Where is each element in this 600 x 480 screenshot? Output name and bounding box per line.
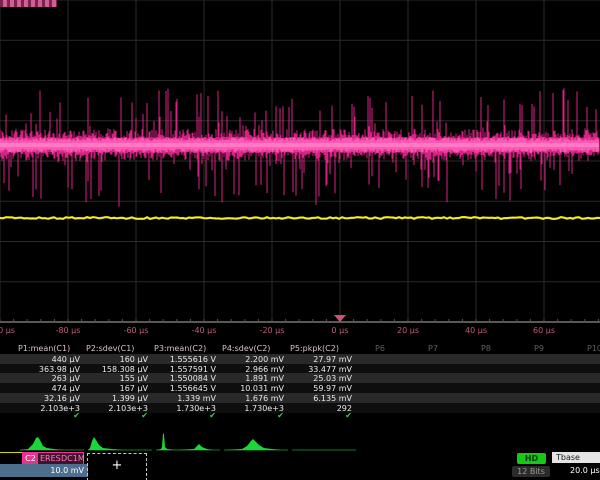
- x-axis-label: -40 µs: [192, 326, 217, 335]
- status-check-icon-p5: ✔: [290, 411, 352, 420]
- waveform-grid: -100 µs -80 µs -60 µs -40 µs -20 µs 0 µs 20 µs…: [0, 0, 600, 340]
- meas-value-p3: 1.555616 V: [154, 355, 216, 364]
- meas-sdev-p4: 1.676 mV: [222, 394, 284, 403]
- meas-value-p1: 440 µV: [18, 355, 80, 364]
- x-axis-label: 0 µs: [332, 326, 349, 335]
- hd-mode-badge: HD: [517, 453, 546, 464]
- histicon-P1: [20, 437, 84, 450]
- histicon-P2: [88, 437, 152, 450]
- c2-scale-value: 10.0 mV: [22, 464, 88, 477]
- meas-max-p4: 10.031 mV: [222, 384, 284, 393]
- meas-min-p5: 25.03 mV: [290, 374, 352, 383]
- measurement-table: P1:mean(C1) P2:sdev(C1) P3:mean(C2) P4:sdev…: [0, 344, 600, 424]
- x-axis-label: 40 µs: [465, 326, 487, 335]
- x-axis-label: -100 µs: [0, 326, 15, 335]
- meas-row-min: 263 µV 155 µV 1.550084 V 1.891 mV 25.03 mV: [0, 373, 600, 383]
- truncated-header-label: [0, 0, 57, 7]
- meas-min-p3: 1.550084 V: [154, 374, 216, 383]
- plus-icon: +: [112, 458, 123, 473]
- histicon-P4: [224, 439, 288, 450]
- meas-min-p1: 263 µV: [18, 374, 80, 383]
- status-check-icon-p1: ✔: [18, 411, 80, 420]
- c2-coupling-badge: DC1M: [61, 454, 85, 463]
- meas-header-4[interactable]: P4:sdev(C2): [222, 344, 270, 353]
- meas-value-p4: 2.200 mV: [222, 355, 284, 364]
- histicon-P3: [156, 433, 220, 450]
- status-check-icon-p3: ✔: [154, 411, 216, 420]
- oscilloscope-screen: -100 µs -80 µs -60 µs -40 µs -20 µs 0 µs 20 µs…: [0, 0, 600, 480]
- meas-mean-p4: 2.966 mV: [222, 365, 284, 374]
- meas-mean-p2: 158.308 µV: [86, 365, 148, 374]
- meas-value-p5: 27.97 mV: [290, 355, 352, 364]
- meas-sdev-p2: 1.399 µV: [86, 394, 148, 403]
- meas-max-p5: 59.97 mV: [290, 384, 352, 393]
- meas-value-p2: 160 µV: [86, 355, 148, 364]
- meas-status-row: ✔ ✔ ✔ ✔ ✔: [0, 412, 600, 422]
- meas-row-max: 474 µV 167 µV 1.556645 V 10.031 mV 59.97 mV: [0, 383, 600, 393]
- hd-bits-label: 12 Bits: [512, 466, 550, 477]
- meas-row-sdev: 32.16 µV 1.399 µV 1.339 mV 1.676 mV 6.135 mV: [0, 393, 600, 403]
- meas-header-2[interactable]: P2:sdev(C1): [86, 344, 134, 353]
- meas-sdev-p1: 32.16 µV: [18, 394, 80, 403]
- parameter-histicons: [0, 424, 600, 456]
- x-axis-label: -80 µs: [56, 326, 81, 335]
- meas-max-p3: 1.556645 V: [154, 384, 216, 393]
- meas-max-p1: 474 µV: [18, 384, 80, 393]
- meas-min-p2: 155 µV: [86, 374, 148, 383]
- trigger-time-marker[interactable]: [334, 315, 346, 322]
- meas-mean-p1: 363.98 µV: [18, 365, 80, 374]
- status-check-icon-p2: ✔: [86, 411, 148, 420]
- add-trace-button[interactable]: +: [87, 453, 147, 480]
- x-axis-label: -20 µs: [260, 326, 285, 335]
- meas-row-mean: 363.98 µV 158.308 µV 1.557591 V 2.966 mV 33.…: [0, 364, 600, 374]
- timebase-descriptor[interactable]: Tbase: [552, 452, 600, 463]
- c2-label: C2: [23, 453, 38, 464]
- meas-header-dim-P9[interactable]: P9: [534, 344, 544, 353]
- status-check-icon-p4: ✔: [222, 411, 284, 420]
- meas-header-dim-P6[interactable]: P6: [375, 344, 385, 353]
- meas-header-dim-P10[interactable]: P10: [587, 344, 600, 353]
- timebase-value: 20.0 µs: [570, 465, 600, 477]
- meas-mean-p3: 1.557591 V: [154, 365, 216, 374]
- c2-eres-badge: ERES: [40, 454, 61, 463]
- x-axis-label: -60 µs: [124, 326, 149, 335]
- meas-row-value: 440 µV 160 µV 1.555616 V 2.200 mV 27.97 mV: [0, 354, 600, 364]
- meas-max-p2: 167 µV: [86, 384, 148, 393]
- meas-header-1[interactable]: P1:mean(C1): [18, 344, 70, 353]
- meas-header-dim-P7[interactable]: P7: [428, 344, 438, 353]
- x-axis-label: 20 µs: [397, 326, 419, 335]
- meas-sdev-p5: 6.135 mV: [290, 394, 352, 403]
- meas-header-3[interactable]: P3:mean(C2): [154, 344, 206, 353]
- meas-mean-p5: 33.477 mV: [290, 365, 352, 374]
- meas-header-5[interactable]: P5:pkpk(C2): [290, 344, 339, 353]
- meas-header-dim-P8[interactable]: P8: [481, 344, 491, 353]
- meas-min-p4: 1.891 mV: [222, 374, 284, 383]
- meas-header-row: P1:mean(C1) P2:sdev(C1) P3:mean(C2) P4:sdev…: [0, 344, 600, 354]
- meas-sdev-p3: 1.339 mV: [154, 394, 216, 403]
- x-axis-label: 60 µs: [533, 326, 555, 335]
